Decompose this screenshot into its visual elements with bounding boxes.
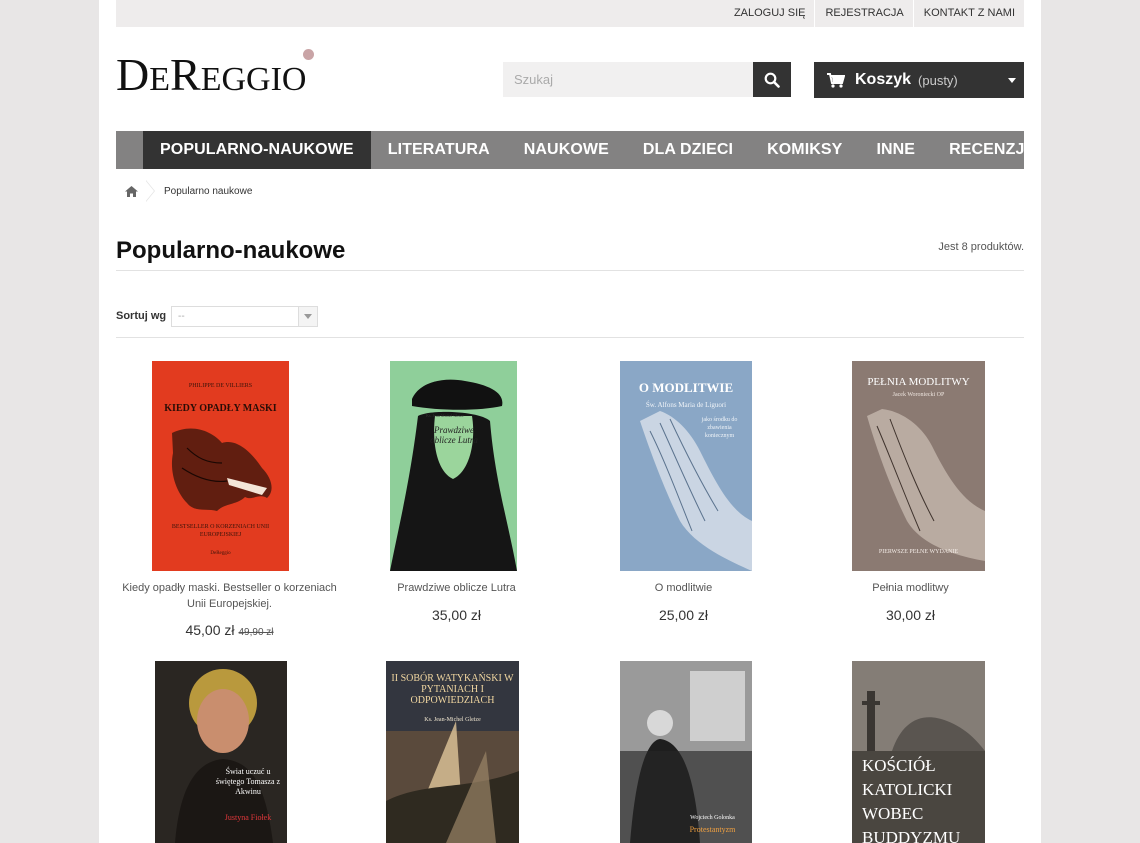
product-price: 35,00 zł bbox=[431, 607, 482, 623]
cover-publisher: DeReggio bbox=[210, 551, 231, 556]
sort-label: Sortuj wg bbox=[116, 310, 167, 322]
product-card[interactable]: Świat uczuć u świętego Tomasza z Akwinu … bbox=[116, 660, 343, 843]
cover-title: O MODLITWIE bbox=[638, 380, 734, 395]
product-image[interactable]: O MODLITWIE Św. Alfons Maria de Liguori … bbox=[620, 361, 752, 571]
product-card[interactable]: PHILIPPE DE VILLIERS KIEDY OPADŁY MASKI … bbox=[116, 360, 343, 650]
menu-item-recenzje[interactable]: RECENZJE bbox=[932, 131, 1052, 169]
search-input[interactable] bbox=[503, 62, 754, 97]
menu-item-komiksy[interactable]: KOMIKSY bbox=[750, 131, 859, 169]
product-image[interactable]: II SOBÓR WATYKAŃSKI W PYTANIACH I ODPOWI… bbox=[386, 661, 519, 843]
product-card[interactable]: II SOBÓR WATYKAŃSKI W PYTANIACH I ODPOWI… bbox=[343, 660, 570, 843]
cover-subtitle: PIERWSZE PEŁNE WYDANIE bbox=[878, 549, 959, 555]
cover-subtitle: jako środku do zbawienia koniecznym bbox=[701, 417, 738, 439]
cover-title: KIEDY OPADŁY MASKI bbox=[164, 403, 277, 414]
sort-select[interactable]: -- bbox=[171, 306, 318, 327]
product-price: 25,00 zł bbox=[658, 607, 709, 623]
product-card[interactable]: Ks. Jean-Michel Gleize Prawdziwe oblicze… bbox=[343, 360, 570, 630]
register-link[interactable]: REJESTRACJA bbox=[814, 0, 912, 27]
product-price: 45,00 zł 49,90 zł bbox=[116, 622, 343, 638]
product-count: Jest 8 produktów. bbox=[938, 241, 1024, 253]
search-button[interactable] bbox=[753, 62, 791, 97]
login-link[interactable]: ZALOGUJ SIĘ bbox=[724, 0, 815, 27]
page-container: ZALOGUJ SIĘ REJESTRACJA KONTAKT Z NAMI D… bbox=[99, 0, 1041, 843]
cart-title: Koszyk bbox=[855, 71, 912, 88]
product-image[interactable]: KOŚCIÓŁ KATOLICKI WOBEC BUDDYZMU bbox=[852, 661, 985, 843]
cover-title: Świat uczuć u świętego Tomasza z Akwinu bbox=[215, 767, 281, 796]
contact-link[interactable]: KONTAKT Z NAMI bbox=[912, 0, 1024, 27]
top-bar: ZALOGUJ SIĘ REJESTRACJA KONTAKT Z NAMI bbox=[116, 0, 1024, 27]
cover-author: Justyna Fiołek bbox=[224, 813, 272, 822]
chevron-down-icon bbox=[1008, 78, 1016, 83]
category-header: Popularno-naukowe Jest 8 produktów. bbox=[116, 236, 1024, 271]
cover-author: Jacek Woroniecki OP bbox=[892, 392, 945, 398]
luther-illustration bbox=[390, 379, 517, 571]
cover-author: Św. Alfons Maria de Liguori bbox=[645, 401, 727, 409]
cover-title: Prawdziwe oblicze Lutra bbox=[430, 425, 478, 445]
page-title: Popularno-naukowe bbox=[116, 237, 346, 264]
cover-title: II SOBÓR WATYKAŃSKI W PYTANIACH I ODPOWI… bbox=[391, 673, 514, 706]
product-card[interactable]: KOŚCIÓŁ KATOLICKI WOBEC BUDDYZMU bbox=[797, 660, 1024, 843]
product-name[interactable]: Kiedy opadły maski. Bestseller o korzeni… bbox=[116, 580, 343, 612]
sort-bar: Sortuj wg -- bbox=[116, 305, 1024, 338]
breadcrumb-home[interactable] bbox=[116, 185, 146, 197]
cart-icon bbox=[827, 72, 845, 88]
menu-item-naukowe[interactable]: NAUKOWE bbox=[507, 131, 626, 169]
menu-item-dla-dzieci[interactable]: DLA DZIECI bbox=[626, 131, 750, 169]
product-name[interactable]: O modlitwie bbox=[570, 580, 797, 596]
main-menu: POPULARNO-NAUKOWE LITERATURA NAUKOWE DLA… bbox=[116, 131, 1035, 169]
cover-author: Ks. Jean-Michel Gleize bbox=[424, 717, 481, 723]
product-image[interactable]: Wojciech Golonka Protestantyzm bbox=[620, 661, 752, 843]
product-image[interactable]: PHILIPPE DE VILLIERS KIEDY OPADŁY MASKI … bbox=[152, 361, 289, 571]
old-price: 49,90 zł bbox=[238, 627, 274, 638]
product-image[interactable]: Ks. Jean-Michel Gleize Prawdziwe oblicze… bbox=[390, 361, 517, 571]
cover-subtitle: BESTSELLER O KORZENIACH UNII EUROPEJSKIE… bbox=[171, 524, 270, 538]
product-name[interactable]: Prawdziwe oblicze Lutra bbox=[343, 580, 570, 596]
site-logo[interactable]: DEREGGIO bbox=[116, 48, 356, 102]
home-icon bbox=[124, 185, 138, 197]
current-price: 45,00 zł bbox=[185, 622, 235, 638]
breadcrumb: Popularno naukowe bbox=[116, 180, 1024, 202]
product-price: 30,00 zł bbox=[885, 607, 936, 623]
product-card[interactable]: Wojciech Golonka Protestantyzm bbox=[570, 660, 797, 843]
product-card[interactable]: PEŁNIA MODLITWY Jacek Woroniecki OP PIER… bbox=[797, 360, 1024, 630]
search-form bbox=[503, 62, 791, 97]
wolf-illustration bbox=[171, 428, 272, 511]
cover-title: PEŁNIA MODLITWY bbox=[867, 376, 970, 388]
product-name[interactable]: Pełnia modlitwy bbox=[797, 580, 1024, 596]
product-card[interactable]: O MODLITWIE Św. Alfons Maria de Liguori … bbox=[570, 360, 797, 630]
cover-title: Protestantyzm bbox=[689, 825, 736, 834]
cover-title: KOŚCIÓŁ KATOLICKI WOBEC BUDDYZMU bbox=[862, 756, 961, 843]
product-image[interactable]: PEŁNIA MODLITWY Jacek Woroniecki OP PIER… bbox=[852, 361, 985, 571]
cart-status: (pusty) bbox=[918, 72, 958, 88]
breadcrumb-separator bbox=[145, 180, 156, 202]
logo-dot bbox=[303, 49, 314, 60]
search-icon bbox=[764, 72, 780, 88]
sort-selected-value: -- bbox=[178, 311, 185, 322]
menu-item-inne[interactable]: INNE bbox=[859, 131, 932, 169]
breadcrumb-current: Popularno naukowe bbox=[164, 185, 253, 197]
product-image[interactable]: Świat uczuć u świętego Tomasza z Akwinu … bbox=[155, 661, 287, 843]
cart-button[interactable]: Koszyk (pusty) bbox=[814, 62, 1024, 98]
cover-author: PHILIPPE DE VILLIERS bbox=[188, 383, 253, 389]
cover-author: Ks. Jean-Michel Gleize bbox=[426, 413, 464, 418]
menu-item-literatura[interactable]: LITERATURA bbox=[371, 131, 507, 169]
chevron-down-icon bbox=[298, 307, 317, 326]
cover-author: Wojciech Golonka bbox=[690, 815, 735, 821]
menu-item-popularno-naukowe[interactable]: POPULARNO-NAUKOWE bbox=[143, 131, 371, 169]
